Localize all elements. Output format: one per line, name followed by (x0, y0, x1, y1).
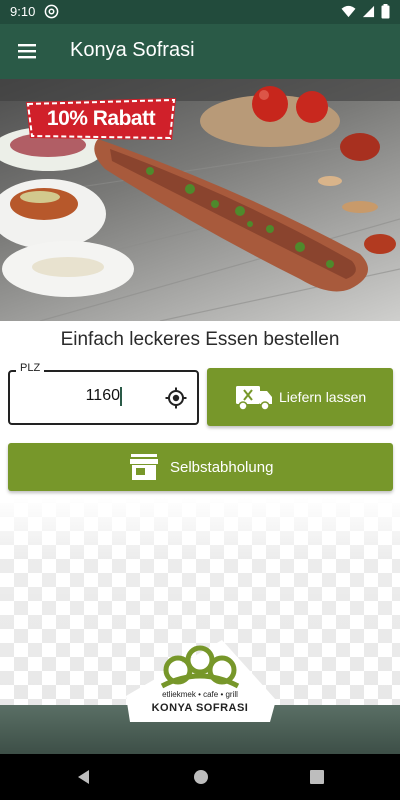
logo-name: KONYA SOFRASI (151, 702, 249, 714)
hero-banner: 10% Rabatt (0, 79, 400, 321)
app-bar: Konya Sofrasi (0, 24, 400, 79)
status-bar: 9:10 (0, 0, 400, 24)
deliver-button[interactable]: Liefern lassen (207, 368, 393, 426)
storefront-icon (130, 454, 158, 480)
recents-icon[interactable] (309, 769, 325, 785)
system-nav-bar (0, 754, 400, 800)
my-location-icon[interactable] (165, 387, 187, 409)
pickup-button-label: Selbstabholung (170, 459, 274, 476)
app-title: Konya Sofrasi (70, 39, 195, 61)
home-icon[interactable] (193, 769, 209, 785)
delivery-truck-icon (236, 386, 272, 411)
hamburger-menu-icon[interactable] (16, 40, 38, 62)
status-icons (341, 4, 390, 19)
battery-icon (381, 4, 390, 19)
status-time: 9:10 (10, 4, 36, 19)
wifi-icon (341, 5, 356, 18)
plz-label: PLZ (16, 362, 45, 374)
signal-icon (362, 5, 375, 18)
logo-subtitle: etliekmek • cafe • grill (162, 690, 238, 699)
tagline: Einfach leckeres Essen bestellen (60, 329, 340, 350)
deliver-button-label: Liefern lassen (279, 389, 367, 405)
back-icon[interactable] (76, 769, 92, 785)
discount-badge: 10% Rabatt (46, 107, 156, 130)
text-caret (120, 387, 122, 406)
pickup-button[interactable]: Selbstabholung (8, 443, 393, 491)
at-sign-icon (44, 4, 59, 19)
plz-value[interactable]: 1160 (60, 387, 120, 405)
